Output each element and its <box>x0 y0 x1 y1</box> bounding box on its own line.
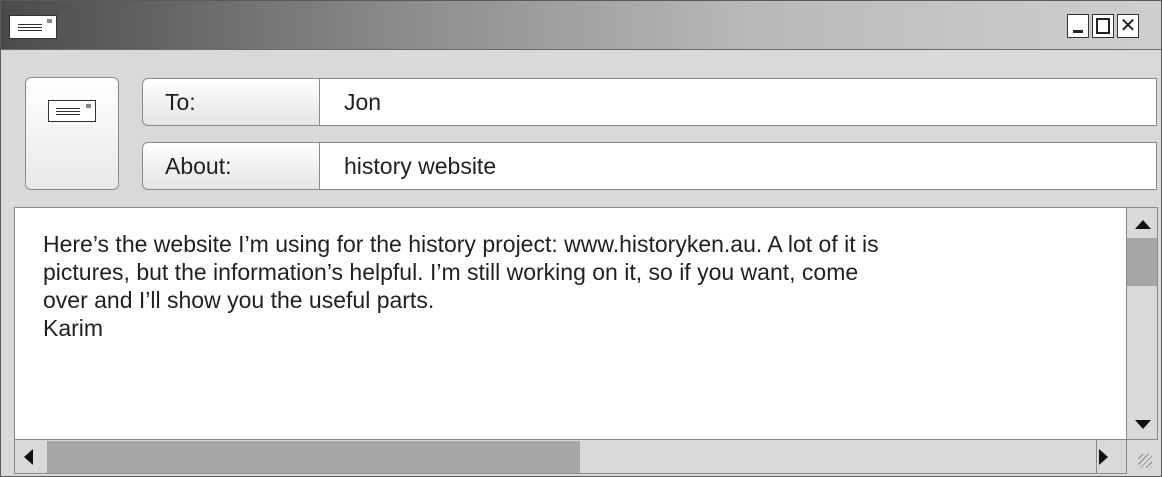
to-label: To: <box>142 78 320 126</box>
close-icon: ✕ <box>1119 15 1137 37</box>
message-text: Here’s the website I’m using for the his… <box>43 230 1113 342</box>
to-field[interactable]: Jon <box>319 78 1157 126</box>
message-line: Here’s the website I’m using for the his… <box>43 231 879 257</box>
minimize-icon <box>1073 30 1083 33</box>
scroll-down-icon[interactable] <box>1135 420 1151 429</box>
scroll-divider <box>1096 440 1097 473</box>
title-bar[interactable]: ✕ <box>1 1 1161 50</box>
compose-header: To: Jon About: history website <box>1 50 1161 207</box>
minimize-button[interactable] <box>1067 14 1089 38</box>
horizontal-scrollbar[interactable] <box>14 440 1127 474</box>
message-body[interactable]: Here’s the website I’m using for the his… <box>14 207 1127 440</box>
about-label: About: <box>142 142 320 190</box>
subject-field[interactable]: history website <box>319 142 1157 190</box>
resize-grip-icon[interactable] <box>1138 454 1152 468</box>
maximize-button[interactable] <box>1092 14 1114 38</box>
horizontal-scroll-thumb[interactable] <box>47 441 580 473</box>
message-line: pictures, but the information’s helpful.… <box>43 259 859 285</box>
send-button[interactable] <box>25 77 119 190</box>
message-line: over and I’ll show you the useful parts. <box>43 287 435 313</box>
scroll-right-icon[interactable] <box>1099 449 1108 465</box>
scroll-left-icon[interactable] <box>24 449 33 465</box>
maximize-icon <box>1096 18 1110 34</box>
vertical-scrollbar[interactable] <box>1127 207 1158 440</box>
signature: Karim <box>43 315 104 341</box>
vertical-scroll-thumb[interactable] <box>1127 238 1157 286</box>
envelope-icon <box>48 100 96 122</box>
close-button[interactable]: ✕ <box>1117 14 1139 38</box>
email-window: ✕ To: Jon About: history website Here’s … <box>0 0 1162 477</box>
envelope-icon <box>9 15 57 39</box>
resize-corner[interactable] <box>1127 440 1158 474</box>
scroll-up-icon[interactable] <box>1135 220 1151 229</box>
